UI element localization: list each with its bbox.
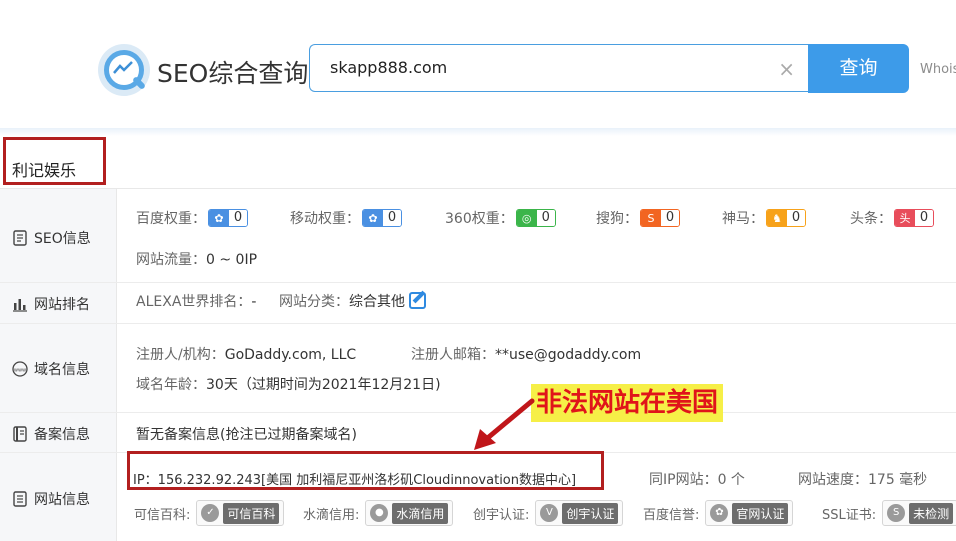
logo-title: SEO综合查询 [157, 59, 309, 88]
domain-age: 域名年龄：30天（过期时间为2021年12月21日) [136, 377, 441, 393]
site-category: 网站分类：综合其他 [279, 291, 426, 311]
baidu-mobile-paw-icon: ✿ [363, 210, 383, 226]
annotation-label: 非法网站在美国 [531, 384, 724, 422]
ssl-lock-icon: S [887, 504, 906, 522]
document-icon [12, 230, 28, 246]
cert-baidu-xinyu[interactable]: 百度信誉: ✿ 官网认证 [643, 499, 794, 527]
sogou-weight[interactable]: 搜狗： S 0 [596, 208, 680, 228]
domain-info-label: www 域名信息 [12, 361, 90, 378]
row-divider [0, 323, 956, 324]
toutiao-icon: 头 [895, 210, 915, 226]
whois-link[interactable]: Whois [920, 62, 956, 77]
www-globe-icon: www [12, 361, 28, 377]
edit-icon[interactable] [409, 291, 426, 309]
search-input-value[interactable]: skapp888.com [330, 58, 447, 77]
annotation-arrow [474, 398, 535, 450]
clear-icon[interactable]: × [778, 57, 795, 81]
registrar: 注册人/机构：GoDaddy.com, LLC [136, 347, 357, 363]
site-name: 利记娱乐 [12, 161, 77, 180]
cert-ssl[interactable]: SSL证书: S 未检测 [822, 499, 956, 527]
icp-info-label: 备案信息 [12, 424, 90, 444]
sogou-icon: S [641, 210, 661, 226]
header: SEO综合查询 skapp888.com × 查询 Whois [0, 0, 956, 130]
icp-status: 暂无备案信息(抢注已过期备案域名) [136, 427, 357, 443]
registrant-email: 注册人邮箱：**use@godaddy.com [411, 347, 642, 363]
cert-kexin[interactable]: 可信百科: ✓ 可信百科 [134, 499, 285, 527]
list-document-icon [12, 491, 28, 507]
baidu-weight[interactable]: 百度权重： ✿ 0 [136, 208, 248, 228]
cert-chuangyu[interactable]: 创宇认证: V 创宇认证 [473, 499, 624, 527]
kexin-shield-icon: ✓ [201, 504, 220, 522]
seo-info-label: SEO信息 [12, 228, 91, 248]
shenma-weight[interactable]: 神马： ♞ 0 [722, 208, 806, 228]
mobile-weight[interactable]: 移动权重： ✿ 0 [290, 208, 402, 228]
search-input[interactable]: skapp888.com × [309, 44, 809, 92]
header-divider [0, 128, 956, 136]
site-traffic: 网站流量：0 ~ 0IP [136, 252, 258, 268]
search-button[interactable]: 查询 [808, 44, 909, 93]
same-ip-sites[interactable]: 同IP网站：0 个 [649, 469, 745, 489]
360-weight[interactable]: 360权重： ◎ 0 [445, 208, 556, 228]
alexa-rank: ALEXA世界排名：- [136, 294, 257, 310]
360-search-icon: ◎ [516, 210, 537, 226]
svg-text:www: www [14, 368, 26, 374]
baidu-paw-icon: ✿ [209, 210, 229, 226]
cert-shuidi[interactable]: 水滴信用: ● 水滴信用 [303, 499, 454, 527]
seo-logo-icon [98, 44, 150, 96]
bar-chart-icon [12, 296, 28, 312]
v-check-icon: V [540, 504, 559, 522]
site-speed: 网站速度：175 毫秒 [798, 472, 928, 488]
row-divider [0, 282, 956, 283]
shenma-horse-icon: ♞ [767, 210, 787, 226]
website-info-label: 网站信息 [12, 489, 90, 509]
site-rank-label: 网站排名 [12, 294, 90, 314]
record-book-icon [12, 426, 28, 442]
toutiao-weight[interactable]: 头条：头 0 [850, 208, 934, 228]
water-drop-icon: ● [370, 504, 389, 522]
ip-address[interactable]: IP：156.232.92.243[美国 加利福尼亚州洛杉矶Cloudinnov… [133, 469, 576, 488]
table-top-divider [0, 188, 956, 189]
baidu-paw-icon: ✿ [710, 504, 729, 522]
